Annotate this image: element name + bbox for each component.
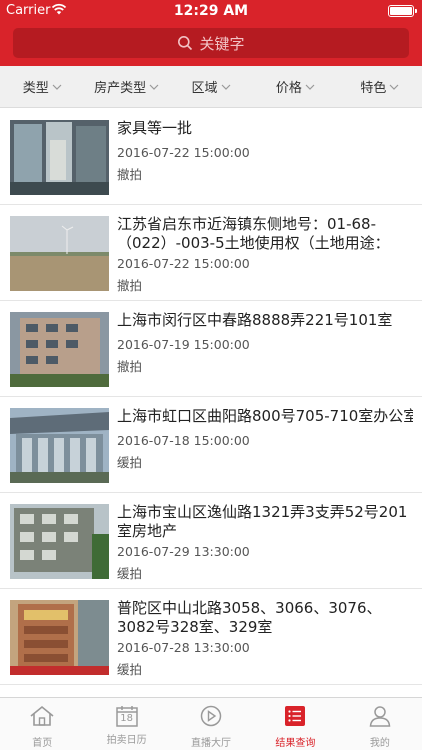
calendar-icon: 18: [115, 705, 139, 727]
item-title: 上海市虹口区曲阳路800号705-710室办公室: [117, 407, 413, 425]
item-thumbnail: [10, 408, 109, 483]
status-time: 12:29 AM: [173, 3, 249, 19]
item-title: 上海市宝山区逸仙路1321弄3支弄52号201室房地产: [117, 503, 408, 540]
filter-label: 特色: [360, 81, 387, 96]
list-item[interactable]: 家具等一批 2016-07-22 15:00:00 撤拍: [0, 109, 422, 205]
item-date: 2016-07-22 15:00:00: [117, 256, 250, 271]
item-status: 撤拍: [117, 167, 143, 182]
item-date: 2016-07-19 15:00:00: [117, 337, 250, 352]
filter-label: 价格: [275, 81, 302, 96]
tab-label: 我的: [369, 738, 390, 749]
results-list-icon: [284, 705, 306, 730]
item-thumbnail: [10, 216, 109, 291]
auction-result-list: 家具等一批 2016-07-22 15:00:00 撤拍 江苏省启东市近海镇东侧…: [0, 109, 422, 697]
item-status: 撤拍: [117, 278, 143, 293]
filter-label: 房产类型: [94, 81, 147, 96]
filter-region[interactable]: 区域: [169, 66, 253, 107]
chevron-down-icon: [305, 84, 315, 90]
filter-label: 区域: [191, 81, 218, 96]
tab-label: 首页: [32, 738, 53, 749]
item-title: 江苏省启东市近海镇东侧地号：01-68-（022）-003-5土地使用权（土地用…: [117, 215, 390, 252]
search-input[interactable]: 关键字: [13, 28, 409, 58]
play-icon: [199, 705, 223, 730]
search-placeholder: 关键字: [199, 34, 245, 53]
search-icon: [177, 35, 193, 51]
top-bar: Carrier 12:29 AM 关键字: [0, 0, 422, 66]
item-date: 2016-07-28 13:30:00: [117, 640, 250, 655]
home-icon: [29, 705, 55, 730]
status-bar: Carrier 12:29 AM: [0, 0, 422, 22]
item-status: 缓拍: [117, 662, 143, 677]
item-thumbnail: [10, 504, 109, 579]
battery-icon: [388, 5, 417, 17]
list-item[interactable]: 上海市宝山区逸仙路1321弄3支弄52号201室房地产 2016-07-29 1…: [0, 493, 422, 589]
user-icon: [368, 705, 392, 730]
filter-price[interactable]: 价格: [253, 66, 337, 107]
list-item[interactable]: 江苏省启东市近海镇东侧地号：01-68-（022）-003-5土地使用权（土地用…: [0, 205, 422, 301]
item-date: 2016-07-29 13:30:00: [117, 544, 250, 559]
item-date: 2016-07-18 15:00:00: [117, 433, 250, 448]
list-item[interactable]: 上海市虹口区曲阳路800号705-710室办公室 2016-07-18 15:0…: [0, 397, 422, 493]
chevron-down-icon: [389, 84, 399, 90]
filter-label: 类型: [22, 81, 49, 96]
item-date: 2016-07-22 15:00:00: [117, 145, 250, 160]
tab-mine[interactable]: 我的: [338, 698, 422, 750]
item-title: 上海市闵行区中春路8888弄221号101室: [117, 311, 393, 329]
tab-label: 结果查询: [275, 738, 316, 749]
item-status: 缓拍: [117, 455, 143, 470]
tab-home[interactable]: 首页: [0, 698, 84, 750]
calendar-day: 18: [120, 713, 133, 724]
filter-property-type[interactable]: 房产类型: [84, 66, 168, 107]
tab-calendar[interactable]: 18 拍卖日历: [84, 698, 168, 750]
list-item[interactable]: 普陀区中山北路3058、3066、3076、3082号328室、329室 201…: [0, 589, 422, 685]
tab-label: 直播大厅: [191, 738, 232, 749]
item-status: 撤拍: [117, 359, 143, 374]
tab-label: 拍卖日历: [106, 735, 147, 746]
chevron-down-icon: [52, 84, 62, 90]
tab-bar: 首页 18 拍卖日历 直播大厅 结果查询 我的: [0, 697, 422, 750]
tab-results[interactable]: 结果查询: [253, 698, 337, 750]
filter-type[interactable]: 类型: [0, 66, 84, 107]
item-title: 家具等一批: [117, 119, 193, 137]
item-thumbnail: [10, 312, 109, 387]
item-thumbnail: [10, 120, 109, 195]
list-item[interactable]: 上海市闵行区中春路8888弄221号101室 2016-07-19 15:00:…: [0, 301, 422, 397]
item-title: 普陀区中山北路3058、3066、3076、3082号328室、329室: [117, 599, 382, 636]
chevron-down-icon: [221, 84, 231, 90]
filter-bar: 类型 房产类型 区域 价格 特色: [0, 66, 422, 108]
item-status: 缓拍: [117, 566, 143, 581]
filter-feature[interactable]: 特色: [338, 66, 422, 107]
tab-live[interactable]: 直播大厅: [169, 698, 253, 750]
item-thumbnail: [10, 600, 109, 675]
chevron-down-icon: [149, 84, 159, 90]
